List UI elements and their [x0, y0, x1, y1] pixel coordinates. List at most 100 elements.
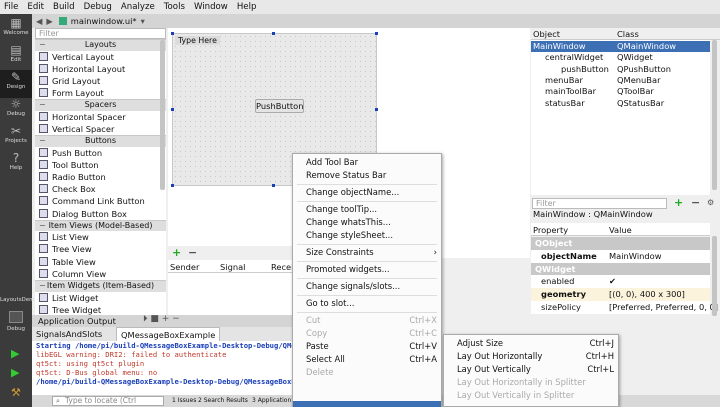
property-group[interactable]: QWidget: [531, 262, 710, 276]
run-icon[interactable]: ▶: [11, 347, 19, 360]
inspector-row[interactable]: mainToolBar QToolBar: [531, 86, 710, 97]
column-class[interactable]: Class: [617, 29, 639, 39]
back-arrow-icon[interactable]: ◀: [36, 16, 42, 26]
context-menu-item[interactable]: Change objectName...: [306, 187, 399, 197]
property-group[interactable]: QObject: [531, 237, 710, 250]
widget-category[interactable]: Item Views (Model-Based): [35, 219, 166, 232]
selection-handle[interactable]: [272, 184, 275, 187]
widget-item[interactable]: List Widget: [35, 292, 166, 304]
layout-menu-item[interactable]: Lay Out Vertically: [457, 364, 531, 374]
widget-item[interactable]: Table View: [35, 256, 166, 268]
mode-debug[interactable]: ☼ Debug: [0, 97, 32, 125]
mode-edit[interactable]: ▤ Edit: [0, 43, 32, 71]
widget-item[interactable]: Tool Button: [35, 159, 166, 171]
remove-connection-icon[interactable]: −: [188, 246, 197, 259]
status-pane-issues[interactable]: 1 Issues: [172, 395, 196, 407]
locator-input[interactable]: Type to locate (Ctrl: [52, 396, 164, 406]
property-value[interactable]: ✔: [609, 276, 616, 286]
menu-analyze[interactable]: Analyze: [121, 2, 155, 12]
widget-item[interactable]: Push Button: [35, 147, 166, 159]
menu-type-here[interactable]: Type Here: [175, 36, 220, 45]
selection-handle[interactable]: [171, 184, 174, 187]
widget-category[interactable]: Layouts: [35, 39, 166, 51]
layout-menu-item[interactable]: Adjust Size: [457, 338, 503, 348]
widget-filter-input[interactable]: Filter: [35, 28, 166, 39]
mode-projects[interactable]: ✂ Projects: [0, 124, 32, 152]
selection-handle[interactable]: [171, 32, 174, 35]
column-value[interactable]: Value: [609, 225, 632, 235]
property-value[interactable]: [Preferred, Preferred, 0, 0]: [609, 302, 718, 312]
property-row[interactable]: sizePolicy [Preferred, Preferred, 0, 0]: [531, 301, 718, 314]
context-menu-item[interactable]: Promoted widgets...: [306, 264, 390, 274]
debug-run-icon[interactable]: ▶: [11, 366, 19, 379]
status-pane-search[interactable]: 2 Search Results: [198, 395, 248, 407]
widget-item[interactable]: Dialog Button Box: [35, 208, 166, 220]
property-row[interactable]: objectName MainWindow: [531, 249, 710, 263]
property-scrollbar[interactable]: [712, 236, 717, 316]
context-menu-item[interactable]: Change styleSheet...: [306, 230, 393, 240]
widget-category[interactable]: Buttons: [35, 135, 166, 147]
widget-item[interactable]: Radio Button: [35, 171, 166, 183]
inspector-row[interactable]: menuBar QMenuBar: [531, 75, 710, 86]
pane-tools-icon[interactable]: ⏵ ■ + −: [143, 314, 180, 324]
project-label[interactable]: LayoutsDemo: [0, 297, 38, 303]
build-config-label[interactable]: Debug: [0, 326, 32, 332]
selection-handle[interactable]: [375, 108, 378, 111]
column-property[interactable]: Property: [533, 225, 568, 235]
widget-item[interactable]: Tree View: [35, 243, 166, 255]
menu-window[interactable]: Window: [194, 2, 228, 12]
widget-item[interactable]: Horizontal Layout: [35, 63, 166, 75]
highlighted-menu-item[interactable]: [293, 401, 441, 407]
configure-icon[interactable]: ⚙: [707, 198, 714, 207]
widget-item[interactable]: Vertical Layout: [35, 51, 166, 63]
widget-item[interactable]: Form Layout: [35, 87, 166, 99]
menu-help[interactable]: Help: [237, 2, 257, 12]
document-tab-title[interactable]: mainwindow.ui*: [71, 16, 137, 26]
context-menu-item[interactable]: Remove Status Bar: [306, 170, 386, 180]
widget-item[interactable]: Check Box: [35, 183, 166, 195]
widget-item[interactable]: Vertical Spacer: [35, 123, 166, 135]
menu-tools[interactable]: Tools: [164, 2, 185, 12]
mode-help[interactable]: ? Help: [0, 151, 32, 179]
widget-item[interactable]: Grid Layout: [35, 75, 166, 87]
context-menu-item[interactable]: Change toolTip...: [306, 204, 377, 214]
form-push-button[interactable]: PushButton: [255, 99, 304, 113]
context-menu-item[interactable]: Select All: [306, 354, 345, 364]
column-object[interactable]: Object: [533, 29, 560, 39]
mode-design[interactable]: ✎ Design: [0, 70, 32, 98]
selection-handle[interactable]: [272, 32, 275, 35]
menu-build[interactable]: Build: [53, 2, 75, 12]
menu-debug[interactable]: Debug: [84, 2, 112, 12]
output-tab-qmessagebox[interactable]: QMessageBoxExample: [116, 327, 221, 341]
context-menu-item[interactable]: Paste: [306, 341, 329, 351]
property-value[interactable]: MainWindow: [609, 251, 662, 261]
widget-item[interactable]: Horizontal Spacer: [35, 111, 166, 123]
widget-box-scrollbar[interactable]: [160, 40, 165, 190]
selection-handle[interactable]: [375, 32, 378, 35]
widget-item[interactable]: Column View: [35, 268, 166, 280]
output-tab-signalsandslots[interactable]: SignalsAndSlots: [36, 329, 102, 339]
context-menu-item[interactable]: Add Tool Bar: [306, 157, 358, 167]
layout-menu-item[interactable]: Lay Out Horizontally: [457, 351, 542, 361]
remove-property-icon[interactable]: −: [691, 196, 700, 209]
add-connection-icon[interactable]: +: [172, 246, 181, 259]
property-row[interactable]: enabled ✔: [531, 275, 710, 289]
menu-edit[interactable]: Edit: [27, 2, 44, 12]
context-menu-item[interactable]: Change signals/slots...: [306, 281, 400, 291]
context-menu-item[interactable]: Go to slot...: [306, 298, 354, 308]
widget-item[interactable]: List View: [35, 231, 166, 243]
add-property-icon[interactable]: +: [674, 196, 683, 209]
property-value[interactable]: [(0, 0), 400 x 300]: [609, 289, 685, 299]
inspector-row[interactable]: MainWindow QMainWindow: [531, 41, 710, 52]
context-menu-item[interactable]: Size Constraints: [306, 247, 374, 257]
inspector-row[interactable]: centralWidget QWidget: [531, 52, 710, 63]
widget-category[interactable]: Spacers: [35, 99, 166, 111]
menu-file[interactable]: File: [4, 2, 18, 12]
build-hammer-icon[interactable]: ⚒: [11, 386, 21, 399]
mode-welcome[interactable]: ▦ Welcome: [0, 16, 32, 44]
forward-arrow-icon[interactable]: ▶: [46, 16, 52, 26]
column-sender[interactable]: Sender: [170, 262, 199, 272]
inspector-row[interactable]: statusBar QStatusBar: [531, 98, 710, 109]
property-row[interactable]: geometry [(0, 0), 400 x 300]: [531, 288, 710, 301]
dropdown-icon[interactable]: ▾: [141, 16, 145, 26]
